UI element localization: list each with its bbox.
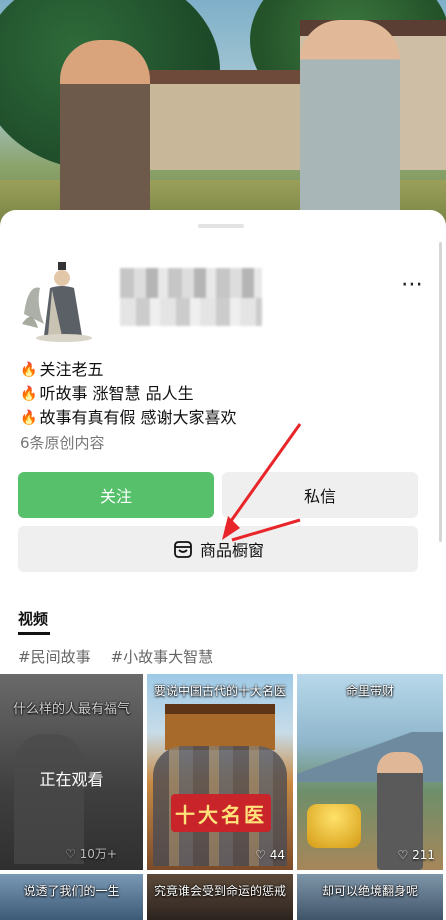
more-options-icon[interactable]: ⋯ [401,274,424,296]
video-caption: 命里带财 [345,684,394,698]
avatar[interactable] [18,254,94,342]
message-button[interactable]: 私信 [222,472,418,518]
video-thumbnail[interactable]: 究竟谁会受到命运的惩戒 [147,874,293,920]
shop-window-button[interactable]: 商品橱窗 [18,526,418,572]
bio-line: 🔥 关注老五 [20,358,420,382]
profile-sheet: ⋯ 🔥 关注老五 🔥 听故事 涨智慧 品人生 🔥 故事有真有假 感谢大家喜欢 6条原创… [0,210,446,920]
scrollbar[interactable] [439,242,442,542]
shop-icon [174,541,192,558]
profile-bio: 🔥 关注老五 🔥 听故事 涨智慧 品人生 🔥 故事有真有假 感谢大家喜欢 [20,358,420,430]
sheet-grabber[interactable] [198,224,244,228]
video-grid: 什么样的人最有福气 正在观看 ♡ 10万+ 要说中国古代的十大名医 十大名医 ♡… [0,674,446,920]
fire-icon: 🔥 [20,362,38,378]
account-name-redacted [120,268,262,326]
original-works-count: 6条原创内容 [20,434,105,452]
video-caption: 说透了我们的一生 [23,884,120,898]
video-caption: 什么样的人最有福气 [12,702,130,717]
video-thumbnail[interactable]: 说透了我们的一生 [0,874,143,920]
topic-tags: #民间故事 #小故事大智慧 [18,646,213,667]
tab-underline [18,632,50,635]
video-thumbnail[interactable]: 要说中国古代的十大名医 十大名医 ♡ 44 [147,674,293,870]
video-caption: 究竟谁会受到命运的惩戒 [153,884,286,898]
thumbnail-badge: 十大名医 [171,794,271,832]
video-caption: 却可以绝境翻身呢 [321,884,418,898]
video-thumbnail[interactable]: 命里带财 ♡ 211 [297,674,443,870]
topic-tag[interactable]: #小故事大智慧 [111,646,214,667]
bio-line: 🔥 听故事 涨智慧 品人生 [20,382,420,406]
like-count: ♡ 10万+ [65,847,117,861]
like-count: ♡ 211 [397,848,435,862]
profile-cover-image [0,0,446,240]
cover-figure [300,20,400,240]
fire-icon: 🔥 [20,410,38,426]
topic-tag[interactable]: #民间故事 [18,646,91,667]
video-thumbnail[interactable]: 却可以绝境翻身呢 [297,874,443,920]
now-watching-label: 正在观看 [39,770,104,789]
follow-button[interactable]: 关注 [18,472,214,518]
tab-videos[interactable]: 视频 [18,608,48,629]
like-count: ♡ 44 [255,848,285,862]
video-caption: 要说中国古代的十大名医 [153,684,286,698]
video-thumbnail[interactable]: 什么样的人最有福气 正在观看 ♡ 10万+ [0,674,143,870]
bio-line: 🔥 故事有真有假 感谢大家喜欢 [20,406,420,430]
fire-icon: 🔥 [20,386,38,402]
shop-window-label: 商品橱窗 [199,541,264,560]
